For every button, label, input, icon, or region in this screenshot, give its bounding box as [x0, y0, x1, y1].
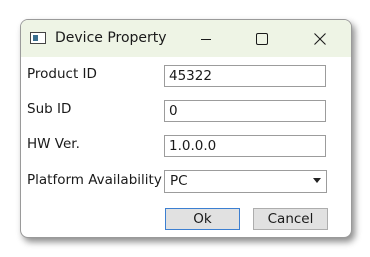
sub-id-label: Sub ID: [27, 101, 72, 117]
minimize-icon: [201, 38, 211, 40]
sub-id-field[interactable]: 0: [164, 100, 326, 122]
close-button[interactable]: [297, 20, 343, 57]
close-icon: [314, 32, 326, 45]
window-title: Device Property: [55, 30, 167, 46]
maximize-button[interactable]: [239, 20, 285, 57]
platform-availability-select[interactable]: PC: [164, 170, 327, 193]
product-id-field[interactable]: 45322: [164, 65, 326, 87]
app-window-icon: [30, 32, 46, 44]
platform-availability-label: Platform Availability: [27, 172, 162, 188]
minimize-button[interactable]: [183, 20, 229, 57]
maximize-icon: [256, 32, 268, 45]
device-property-dialog: Device Property Product ID 45322 Sub ID …: [20, 19, 352, 238]
hw-ver-label: HW Ver.: [27, 136, 80, 152]
title-bar[interactable]: Device Property: [21, 20, 351, 57]
hw-ver-field[interactable]: 1.0.0.0: [164, 135, 326, 157]
platform-selected-value: PC: [170, 173, 188, 189]
ok-button[interactable]: Ok: [165, 208, 240, 230]
cancel-button[interactable]: Cancel: [253, 208, 328, 230]
product-id-label: Product ID: [27, 66, 97, 82]
chevron-down-icon: [313, 178, 321, 183]
